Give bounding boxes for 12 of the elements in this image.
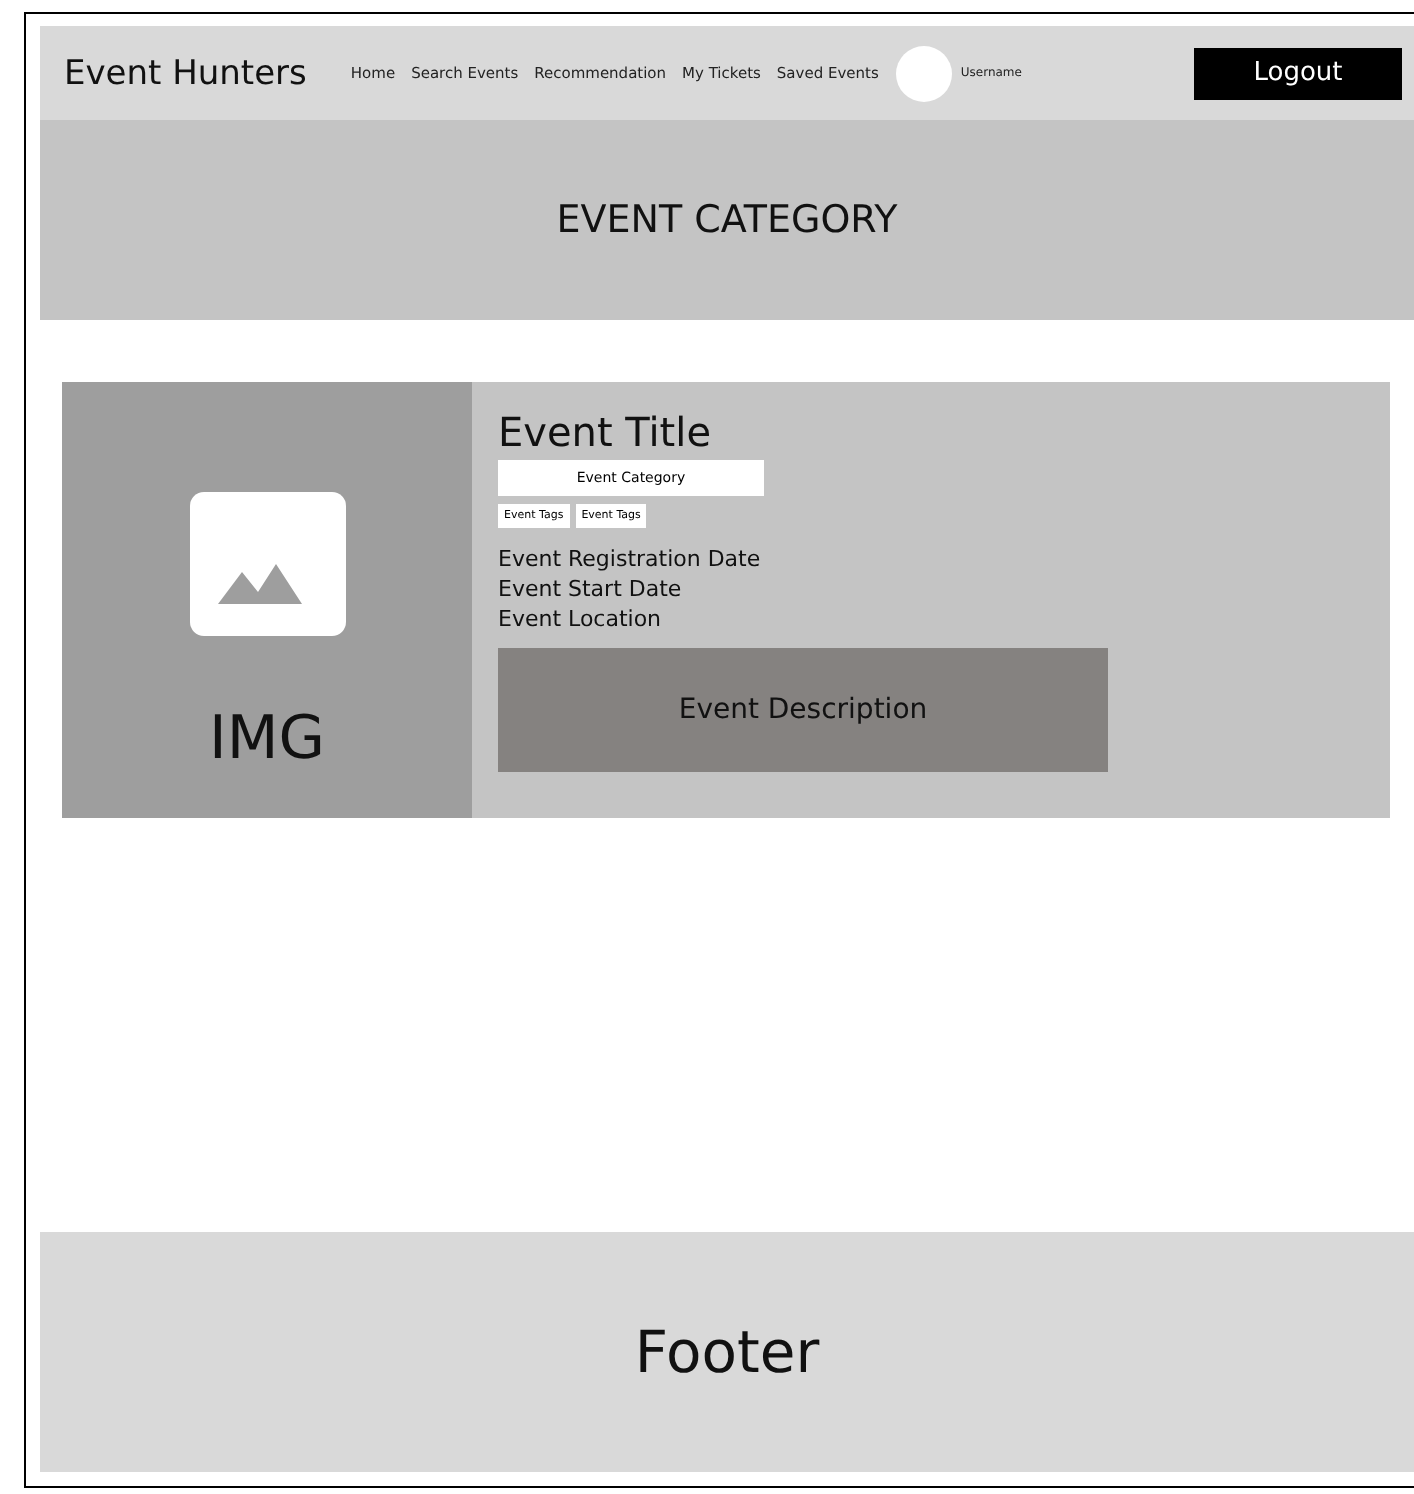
event-detail: Event Start Date (498, 574, 684, 604)
brand-name: Event Hunters (64, 53, 307, 93)
avatar[interactable] (896, 45, 953, 101)
logout-button[interactable]: Logout (1194, 47, 1402, 99)
event-detail: Event Location (498, 604, 664, 634)
event-title: Event Title (498, 408, 712, 456)
footer-text: Footer (634, 1318, 820, 1386)
banner-title: EVENT CATEGORY (556, 198, 898, 242)
image-label: IMG (209, 704, 325, 774)
event-detail: Event Registration Date (498, 544, 761, 574)
image-icon (189, 492, 345, 636)
event-description: Event Description (498, 648, 1108, 772)
